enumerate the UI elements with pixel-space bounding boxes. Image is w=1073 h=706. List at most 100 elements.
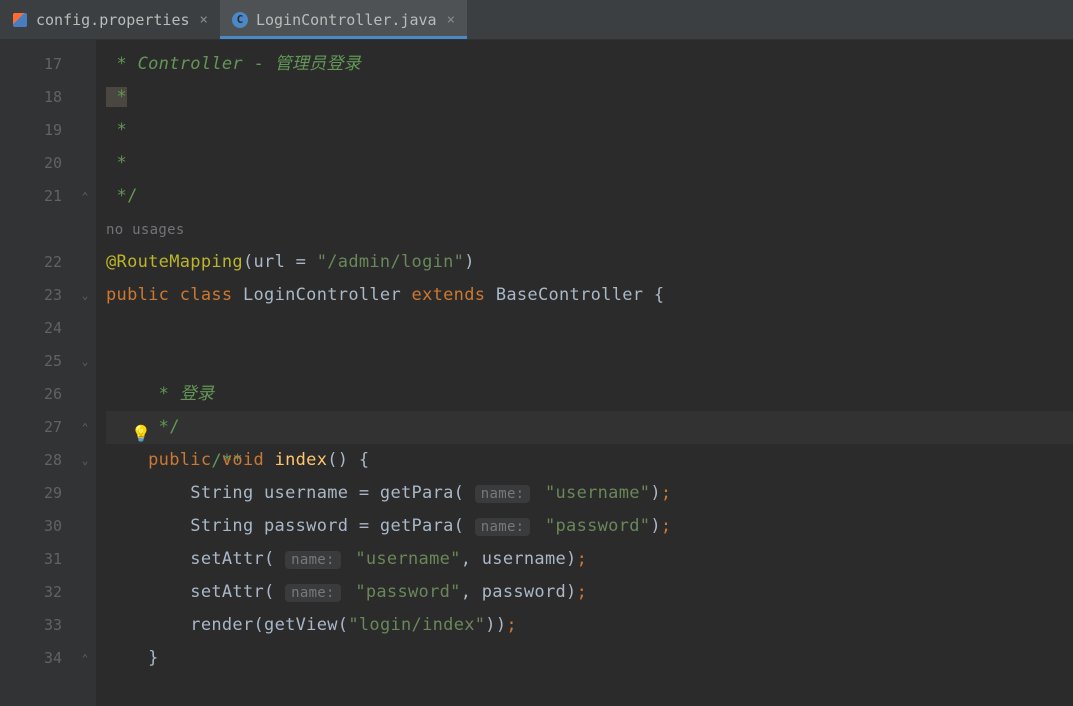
line-number[interactable]: 29	[18, 477, 74, 510]
line-number[interactable]: 22	[18, 246, 74, 279]
code-text: */	[148, 417, 180, 437]
fold-start-icon[interactable]: ⌄	[74, 279, 96, 312]
code-text: Controller	[138, 54, 243, 74]
tab-label: LoginController.java	[256, 11, 437, 29]
code-text: url	[254, 252, 296, 272]
code-text: public	[148, 450, 222, 470]
code-text: "username"	[355, 549, 460, 569]
fold-column[interactable]: ⌃ ⌄ ⌄ ⌃ ⌄ ⌃	[74, 40, 96, 706]
line-number[interactable]: 17	[18, 48, 74, 81]
line-number[interactable]: 30	[18, 510, 74, 543]
code-text: (	[454, 516, 465, 536]
line-number[interactable]: 33	[18, 609, 74, 642]
code-text: "login/index"	[348, 615, 485, 635]
code-text: "password"	[545, 516, 650, 536]
code-text: public	[106, 285, 180, 305]
code-text: @RouteMapping	[106, 252, 243, 272]
code-text: LoginController	[243, 285, 412, 305]
code-text: render	[190, 615, 253, 635]
code-text: extends	[412, 285, 496, 305]
param-hint: name:	[285, 584, 341, 602]
tab-login-controller[interactable]: C LoginController.java ×	[220, 0, 467, 39]
code-text: -	[243, 54, 275, 74]
tab-bar: config.properties × C LoginController.ja…	[0, 0, 1073, 40]
line-number[interactable]: 23	[18, 279, 74, 312]
properties-file-icon	[12, 12, 28, 28]
code-text: 登录	[180, 384, 215, 404]
line-number[interactable]: 32	[18, 576, 74, 609]
param-hint: name:	[475, 518, 531, 536]
code-text: (	[454, 483, 465, 503]
code-text: )	[650, 483, 661, 503]
code-text: class	[180, 285, 243, 305]
code-text: *	[148, 384, 180, 404]
code-text: ))	[485, 615, 506, 635]
code-text: getView	[264, 615, 338, 635]
fold-start-icon[interactable]: ⌄	[74, 345, 96, 378]
code-text: ;	[661, 483, 672, 503]
code-text: */	[106, 186, 138, 206]
param-hint: name:	[285, 551, 341, 569]
line-number[interactable]: 34	[18, 642, 74, 675]
close-icon[interactable]: ×	[447, 12, 455, 28]
code-text: )	[650, 516, 661, 536]
line-number-blank	[18, 213, 74, 246]
code-text: getPara	[380, 483, 454, 503]
fold-start-icon[interactable]: ⌄	[74, 444, 96, 477]
fold-end-icon[interactable]: ⌃	[74, 180, 96, 213]
code-text: ;	[577, 549, 588, 569]
code-text: (	[264, 549, 275, 569]
line-number[interactable]: 26	[18, 378, 74, 411]
fold-end-icon[interactable]: ⌃	[74, 642, 96, 675]
close-icon[interactable]: ×	[200, 12, 208, 28]
java-class-icon: C	[232, 12, 248, 28]
code-text: (	[243, 252, 254, 272]
code-text: 管理员登录	[275, 54, 362, 74]
line-number[interactable]: 31	[18, 543, 74, 576]
code-text: *	[106, 120, 127, 140]
code-content[interactable]: * Controller - 管理员登录 * * * */ no usages …	[96, 40, 1073, 706]
code-text: }	[148, 648, 159, 668]
code-text: index	[275, 450, 328, 470]
code-text: *	[106, 153, 127, 173]
code-text: (	[264, 582, 275, 602]
param-hint: name:	[475, 485, 531, 503]
code-text: String password =	[190, 516, 380, 536]
code-text: (	[338, 615, 349, 635]
code-text: )	[464, 252, 475, 272]
code-text: ;	[506, 615, 517, 635]
code-text: *	[106, 87, 127, 107]
code-text: getPara	[380, 516, 454, 536]
tab-config-properties[interactable]: config.properties ×	[0, 0, 220, 39]
code-text: void	[222, 450, 275, 470]
line-number[interactable]: 18	[18, 81, 74, 114]
line-number[interactable]: 21	[18, 180, 74, 213]
marker-bar	[0, 40, 18, 706]
code-text: , password)	[461, 582, 577, 602]
code-text: setAttr	[190, 582, 264, 602]
gutter[interactable]: 17 18 19 20 21 22 23 24 25 26 27 28 29 3…	[18, 40, 74, 706]
line-number[interactable]: 28	[18, 444, 74, 477]
line-number[interactable]: 27	[18, 411, 74, 444]
code-text: "username"	[545, 483, 650, 503]
code-text: , username)	[461, 549, 577, 569]
line-number[interactable]: 24	[18, 312, 74, 345]
code-text: () {	[327, 450, 369, 470]
code-text: =	[296, 252, 317, 272]
code-text: ;	[577, 582, 588, 602]
line-number[interactable]: 25	[18, 345, 74, 378]
code-text: *	[106, 54, 138, 74]
line-number[interactable]: 19	[18, 114, 74, 147]
code-text: ;	[661, 516, 672, 536]
code-editor[interactable]: 17 18 19 20 21 22 23 24 25 26 27 28 29 3…	[0, 40, 1073, 706]
code-text: "password"	[355, 582, 460, 602]
fold-end-icon[interactable]: ⌃	[74, 411, 96, 444]
code-text: (	[254, 615, 265, 635]
code-text: String username =	[190, 483, 380, 503]
code-text: "/admin/login"	[317, 252, 465, 272]
code-text: BaseController {	[496, 285, 665, 305]
line-number[interactable]: 20	[18, 147, 74, 180]
tab-label: config.properties	[36, 11, 190, 29]
usages-hint[interactable]: no usages	[106, 222, 185, 238]
code-text: setAttr	[190, 549, 264, 569]
